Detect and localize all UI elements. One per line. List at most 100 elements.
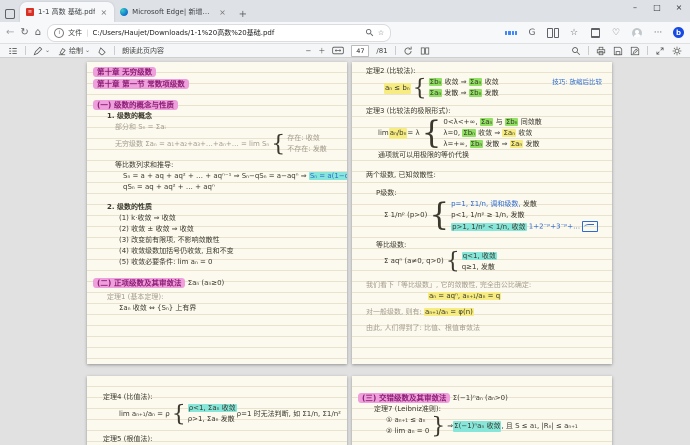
note-line: P级数: bbox=[376, 188, 606, 199]
url-field[interactable]: i 文件 | C:/Users/Haujet/Downloads/1-1%20高… bbox=[47, 24, 391, 42]
save-as-icon[interactable] bbox=[630, 46, 640, 56]
note-line: ② lim aₙ = 0 bbox=[386, 426, 429, 437]
note-line: Σbₙ 收敛 ⇒ Σaₙ 收敛 bbox=[429, 77, 499, 88]
brace-rows: q<1, 收敛q≥1, 发散 bbox=[462, 251, 497, 273]
tab-title: Microsoft Edge| 新增功能 bbox=[132, 7, 214, 17]
note-line: 0<λ<+∞, Σaₙ 与 Σbₙ 同敛散 bbox=[443, 117, 541, 128]
note-line: lim aₙ₊₁/aₙ = ρ {ρ<1, Σaₙ 收敛ρ>1, Σaₙ 发散 … bbox=[119, 403, 341, 425]
search-icon[interactable] bbox=[571, 46, 581, 56]
save-icon[interactable] bbox=[613, 46, 623, 56]
file-info-icon[interactable]: i bbox=[54, 28, 64, 38]
zoom-out-button[interactable]: − bbox=[305, 47, 311, 55]
brace-rows: ① aₙ₊₁ ≤ aₙ② lim aₙ = 0 bbox=[386, 415, 429, 437]
note-line: 不存在: 发散 bbox=[287, 144, 327, 155]
address-bar-icons: G ☆ ♡ ··· b bbox=[505, 27, 684, 39]
favorites-icon[interactable]: ☆ bbox=[568, 27, 580, 39]
refresh-icon[interactable]: ↻ bbox=[20, 27, 28, 38]
note-line bbox=[358, 378, 606, 392]
page-number-input[interactable]: 47 bbox=[351, 45, 369, 57]
note-line: (一) 级数的概念与性质 bbox=[93, 99, 341, 111]
edge-favicon bbox=[120, 8, 128, 16]
note-line: 存在: 收敛 bbox=[287, 133, 327, 144]
zoom-indicator-icon[interactable] bbox=[365, 28, 374, 37]
minimize-button[interactable]: – bbox=[624, 0, 646, 14]
page-view-icon[interactable] bbox=[420, 46, 430, 56]
url-text: C:/Users/Haujet/Downloads/1-1%20高数%20基础.… bbox=[93, 28, 361, 38]
note-line: 定理7 (Leibniz准则): bbox=[374, 404, 606, 415]
highlighted-heading: 第十章 无穷级数 bbox=[93, 67, 156, 77]
brace-glyph: { bbox=[172, 409, 186, 420]
toc-icon[interactable] bbox=[8, 46, 18, 56]
tab-close-icon[interactable]: × bbox=[99, 8, 108, 17]
fit-to-width-icon[interactable] bbox=[332, 46, 344, 55]
security-label: 文件 bbox=[68, 28, 82, 38]
zoom-in-button[interactable]: ＋ bbox=[318, 46, 325, 56]
pdf-page-top-right: 定理2 (比较法):aₙ ≤ bₙ {Σbₙ 收敛 ⇒ Σaₙ 收敛Σaₙ 发散… bbox=[352, 62, 612, 364]
home-icon[interactable]: ⌂ bbox=[35, 27, 41, 38]
note-line bbox=[93, 193, 341, 202]
tab-close-icon[interactable]: × bbox=[218, 8, 227, 17]
back-icon[interactable]: ← bbox=[6, 27, 14, 38]
page-total-label: /81 bbox=[376, 47, 387, 55]
pdf-canvas[interactable]: 第十章 无穷级数第十章 第一节 常数项级数(一) 级数的概念与性质1. 级数的概… bbox=[0, 58, 690, 445]
tab-pdf[interactable]: ≡ 1-1 高数 基础.pdf × bbox=[20, 2, 114, 22]
note-line bbox=[358, 233, 606, 240]
brace-rows: p=1, Σ1/n, 调和级数, 发散p<1, 1/nᵖ ≥ 1/n, 发散p>… bbox=[451, 199, 598, 233]
pdf-page-top-left: 第十章 无穷级数第十章 第一节 常数项级数(一) 级数的概念与性质1. 级数的概… bbox=[87, 62, 347, 364]
note-line: 1. 级数的概念 bbox=[107, 111, 341, 122]
window-controls: – □ × bbox=[624, 0, 690, 14]
more-options-icon[interactable]: ··· bbox=[652, 27, 664, 39]
shopping-icon[interactable]: ♡ bbox=[610, 27, 622, 39]
note-line: q<1, 收敛 bbox=[462, 251, 497, 262]
brace-rows: 存在: 收敛不存在: 发散 bbox=[287, 133, 327, 155]
brace-glyph: } bbox=[431, 421, 445, 432]
favorite-star-icon[interactable]: ☆ bbox=[378, 29, 384, 37]
brace-rows: ρ<1, Σaₙ 收敛ρ>1, Σaₙ 发散 bbox=[188, 403, 237, 425]
apps-icon[interactable] bbox=[505, 27, 517, 39]
note-line: ① aₙ₊₁ ≤ aₙ② lim aₙ = 0} ⇒ Σ(−1)ⁿaₙ 收敛, … bbox=[386, 415, 606, 437]
note-line: 无穷级数 Σaₙ = a₁+a₂+a₃+…+aₙ+… = lim Sₙ {存在:… bbox=[115, 133, 341, 155]
new-tab-button[interactable]: + bbox=[235, 6, 251, 22]
note-line: 通项就可以用极限的等价代换 bbox=[378, 150, 606, 161]
brace-rows: Σbₙ 收敛 ⇒ Σaₙ 收敛Σaₙ 发散 ⇒ Σbₙ 发散 bbox=[429, 77, 499, 99]
note-line: Σaₙ 发散 ⇒ Σbₙ 发散 bbox=[429, 88, 499, 99]
brace-glyph: { bbox=[413, 83, 427, 94]
tab-actions-icon[interactable] bbox=[0, 6, 20, 22]
note-line bbox=[358, 99, 606, 106]
collections-icon[interactable] bbox=[589, 27, 601, 39]
highlighter-tool-button[interactable]: 绘制 ⌄ bbox=[57, 46, 90, 56]
note-line bbox=[93, 90, 341, 99]
brace-glyph: { bbox=[429, 210, 449, 221]
note-line: aₙ = aqⁿ, aₙ₊₁/aₙ = q bbox=[428, 291, 606, 302]
search-g-icon[interactable]: G bbox=[526, 27, 538, 39]
tab-title: 1-1 高数 基础.pdf bbox=[38, 7, 95, 17]
print-icon[interactable] bbox=[596, 46, 606, 56]
note-line: (二) 正项级数及其审敛法 Σaₙ (aₙ≥0) bbox=[93, 277, 341, 289]
note-line: 等比级数: bbox=[376, 240, 606, 251]
note-line: Σaₙ 收敛 ⇔ {Sₙ} 上有界 bbox=[119, 303, 341, 314]
fullscreen-icon[interactable] bbox=[655, 46, 665, 56]
bing-chat-icon[interactable]: b bbox=[673, 27, 684, 38]
note-line: Sₙ = a + aq + aq² + … + aqⁿ⁻¹ ⇒ Sₙ−qSₙ =… bbox=[123, 171, 341, 182]
eraser-icon[interactable] bbox=[97, 46, 107, 56]
tab-edge-features[interactable]: Microsoft Edge| 新增功能 × bbox=[114, 2, 233, 22]
note-line: 定理2 (比较法): bbox=[366, 66, 606, 77]
close-button[interactable]: × bbox=[668, 0, 690, 14]
highlighted-heading: (一) 级数的概念与性质 bbox=[93, 100, 178, 110]
profile-avatar[interactable] bbox=[631, 27, 643, 39]
note-line: ① aₙ₊₁ ≤ aₙ bbox=[386, 415, 429, 426]
split-screen-icon[interactable] bbox=[547, 27, 559, 39]
settings-icon[interactable] bbox=[672, 46, 682, 56]
note-line bbox=[358, 181, 606, 188]
note-line: 由此, 人们得到了: 比值、根值审敛法 bbox=[366, 323, 606, 334]
read-aloud-button[interactable]: 朗读此页内容 bbox=[122, 46, 164, 56]
note-line: 等比数列求和推导: bbox=[115, 160, 341, 171]
maximize-button[interactable]: □ bbox=[646, 0, 668, 14]
pen-tool-button[interactable]: ⌄ bbox=[33, 46, 50, 56]
note-line: λ=+∞, Σbₙ 发散 ⇒ Σaₙ 发散 bbox=[443, 139, 541, 150]
note-line: λ=0, Σbₙ 收敛 ⇒ Σaₙ 收敛 bbox=[443, 128, 541, 139]
note-line bbox=[358, 273, 606, 280]
margin-note: 技巧: 放缩后比较 bbox=[552, 77, 602, 88]
note-line: 对一般级数, 则有: aₙ₊₁/aₙ = φ(n) bbox=[366, 307, 606, 318]
rotate-icon[interactable] bbox=[403, 46, 413, 56]
